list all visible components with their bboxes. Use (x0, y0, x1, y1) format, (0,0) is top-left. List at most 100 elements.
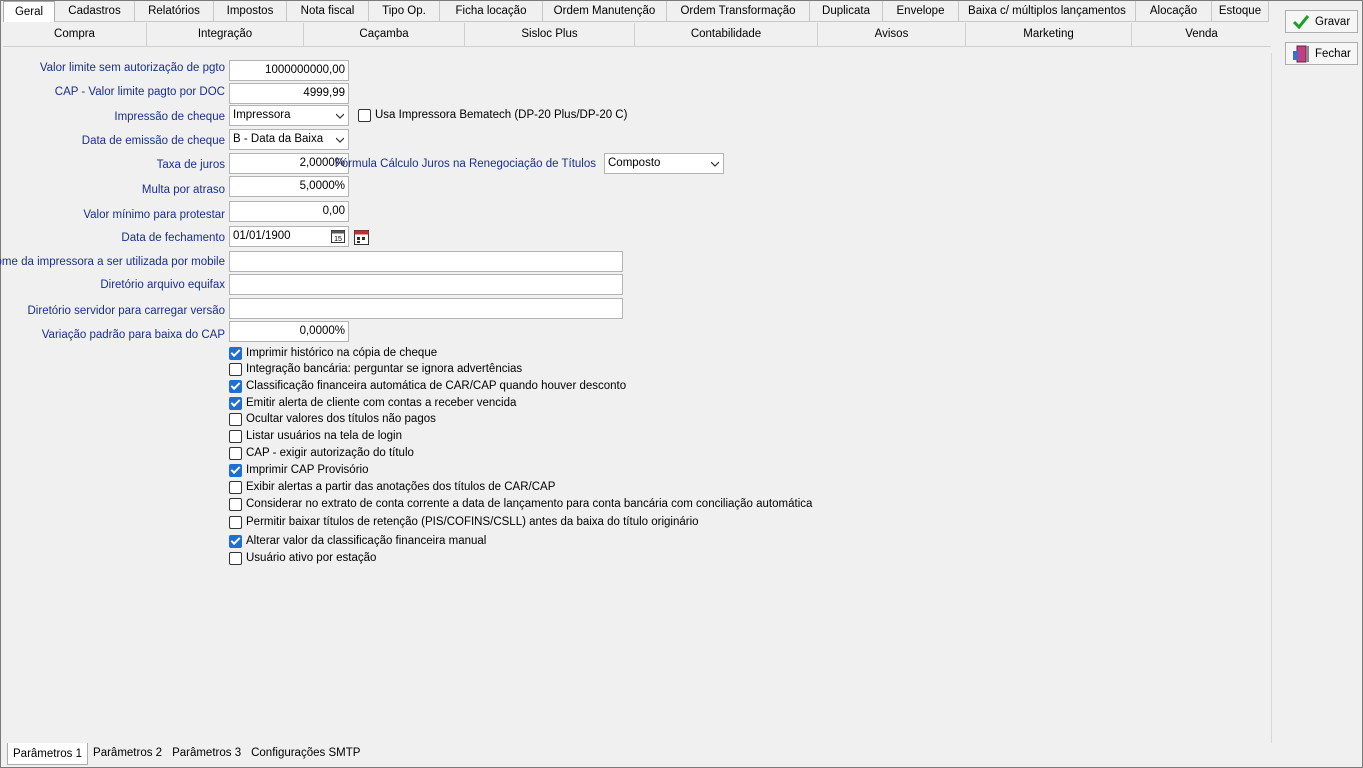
limite-sem-autorizacao-field[interactable]: 1000000000,00 (229, 60, 349, 81)
variacao-baixa-cap-field[interactable]: 0,0000% (229, 321, 349, 342)
door-exit-icon (1293, 45, 1309, 62)
diretorio-servidor-field[interactable] (229, 298, 623, 319)
option-checkbox-label: Usuário ativo por estação (246, 552, 377, 564)
date-picker-icon[interactable]: 15 (331, 230, 345, 243)
impressao-cheque-select[interactable]: Impressora (229, 105, 349, 126)
chevron-down-icon (711, 161, 719, 167)
checkbox-unchecked[interactable] (229, 551, 242, 565)
checkbox-unchecked[interactable] (229, 412, 242, 426)
check-icon (1292, 14, 1310, 29)
checkbox-checked[interactable] (229, 534, 242, 548)
option-checkbox-label: Exibir alertas a partir das anotações do… (246, 481, 556, 493)
checkbox-unchecked[interactable] (229, 497, 242, 511)
usa-bematech-checkbox[interactable]: Usa Impressora Bematech (DP-20 Plus/DP-2… (358, 108, 627, 122)
tab-sisloc-plus[interactable]: Sisloc Plus (465, 23, 635, 46)
tab-estoque[interactable]: Estoque (1212, 1, 1269, 22)
tab-baixa-multiplos[interactable]: Baixa c/ múltiplos lançamentos (959, 1, 1136, 22)
close-button-label: Fechar (1315, 47, 1351, 60)
formula-juros-select[interactable]: Composto (604, 153, 724, 174)
label-nome-impressora-mobile: Nome da impressora a ser utilizada por m… (0, 256, 225, 268)
tab-envelope[interactable]: Envelope (883, 1, 959, 22)
save-button[interactable]: Gravar (1285, 10, 1358, 33)
option-checkbox-row[interactable]: Permitir baixar títulos de retenção (PIS… (229, 515, 699, 529)
tab-configuracoes-smtp[interactable]: Configurações SMTP (246, 743, 365, 763)
option-checkbox-row[interactable]: Classificação financeira automática de C… (229, 379, 626, 393)
option-checkbox-row[interactable]: Emitir alerta de cliente com contas a re… (229, 396, 516, 410)
tab-geral[interactable]: Geral (3, 1, 55, 22)
impressao-cheque-value: Impressora (233, 109, 291, 121)
label-impressao-cheque: Impressão de cheque (114, 111, 225, 123)
usa-bematech-label: Usa Impressora Bematech (DP-20 Plus/DP-2… (375, 109, 628, 121)
label-taxa-juros: Taxa de juros (156, 159, 225, 171)
checkbox-unchecked[interactable] (229, 480, 242, 494)
checkbox-unchecked[interactable] (229, 446, 242, 460)
nome-impressora-mobile-field[interactable] (229, 251, 623, 272)
checkbox-unchecked[interactable] (229, 515, 242, 529)
option-checkbox-row[interactable]: Ocultar valores dos títulos não pagos (229, 412, 436, 426)
tab-alocacao[interactable]: Alocação (1136, 1, 1212, 22)
tab-parametros-2[interactable]: Parâmetros 2 (88, 743, 167, 763)
usa-bematech-box[interactable] (358, 108, 371, 122)
multa-atraso-field[interactable]: 5,0000% (229, 176, 349, 197)
option-checkbox-label: Imprimir histórico na cópia de cheque (246, 347, 438, 359)
tab-ficha-locacao[interactable]: Ficha locação (440, 1, 543, 22)
option-checkbox-label: Permitir baixar títulos de retenção (PIS… (246, 516, 699, 528)
chevron-down-icon (336, 113, 344, 119)
valor-min-protestar-field[interactable]: 0,00 (229, 201, 349, 222)
option-checkbox-row[interactable]: Integração bancária: perguntar se ignora… (229, 362, 522, 376)
label-data-emissao-cheque: Data de emissão de cheque (81, 135, 225, 147)
tab-impostos[interactable]: Impostos (214, 1, 287, 22)
checkbox-unchecked[interactable] (229, 429, 242, 443)
tab-ordem-transformacao[interactable]: Ordem Transformação (667, 1, 810, 22)
tab-marketing[interactable]: Marketing (966, 23, 1132, 46)
option-checkbox-row[interactable]: Considerar no extrato de conta corrente … (229, 497, 812, 511)
label-diretorio-equifax: Diretório arquivo equifax (100, 279, 225, 291)
checkbox-checked[interactable] (229, 463, 242, 477)
main-window: Geral Cadastros Relatórios Impostos Nota… (0, 0, 1363, 768)
tab-ordem-manutencao[interactable]: Ordem Manutenção (543, 1, 667, 22)
option-checkbox-row[interactable]: Exibir alertas a partir das anotações do… (229, 480, 555, 494)
tab-duplicata[interactable]: Duplicata (810, 1, 883, 22)
checkbox-unchecked[interactable] (229, 362, 242, 376)
option-checkbox-row[interactable]: Listar usuários na tela de login (229, 429, 402, 443)
label-variacao-baixa-cap: Variação padrão para baixa do CAP (41, 329, 225, 341)
checkbox-checked[interactable] (229, 396, 242, 410)
tab-relatorios[interactable]: Relatórios (135, 1, 214, 22)
save-button-label: Gravar (1315, 15, 1351, 28)
tab-tipo-op[interactable]: Tipo Op. (369, 1, 440, 22)
option-checkbox-row[interactable]: Alterar valor da classificação financeir… (229, 534, 486, 548)
label-data-fechamento: Data de fechamento (121, 232, 225, 244)
label-limite-sem-autorizacao: Valor limite sem autorização de pgto (39, 62, 225, 74)
label-formula-juros: Fórmula Cálculo Juros na Renegociação de… (334, 158, 596, 170)
tab-parametros-1[interactable]: Parâmetros 1 (7, 743, 89, 765)
option-checkbox-row[interactable]: Usuário ativo por estação (229, 551, 376, 565)
checkbox-checked[interactable] (229, 379, 242, 393)
tab-venda[interactable]: Venda (1132, 23, 1271, 46)
data-emissao-cheque-value: B - Data da Baixa (233, 133, 324, 145)
option-checkbox-label: Classificação financeira automática de C… (246, 380, 627, 392)
tab-cacamba[interactable]: Caçamba (304, 23, 465, 46)
tab-contabilidade[interactable]: Contabilidade (635, 23, 818, 46)
tab-nota-fiscal[interactable]: Nota fiscal (287, 1, 369, 22)
label-valor-min-protestar: Valor mínimo para protestar (83, 209, 225, 221)
data-fechamento-field[interactable]: 01/01/1900 15 (229, 226, 349, 247)
data-fechamento-value: 01/01/1900 (233, 230, 291, 242)
diretorio-equifax-field[interactable] (229, 274, 623, 295)
option-checkbox-row[interactable]: Imprimir CAP Provisório (229, 463, 368, 477)
tab-cadastros[interactable]: Cadastros (55, 1, 135, 22)
tab-parametros-3[interactable]: Parâmetros 3 (167, 743, 246, 763)
checkbox-checked[interactable] (229, 346, 242, 360)
option-checkbox-row[interactable]: Imprimir histórico na cópia de cheque (229, 346, 437, 360)
bottom-tab-strip: Parâmetros 1 Parâmetros 2 Parâmetros 3 C… (7, 743, 365, 765)
calendar-icon[interactable] (354, 229, 369, 245)
data-emissao-cheque-select[interactable]: B - Data da Baixa (229, 129, 349, 150)
tab-avisos[interactable]: Avisos (818, 23, 966, 46)
cap-limite-doc-field[interactable]: 4999,99 (229, 83, 349, 104)
option-checkbox-row[interactable]: CAP - exigir autorização do título (229, 446, 414, 460)
tab-integracao[interactable]: Integração (147, 23, 304, 46)
option-checkbox-label: Ocultar valores dos títulos não pagos (246, 413, 436, 425)
label-cap-limite-doc: CAP - Valor limite pagto por DOC (54, 86, 225, 98)
close-button[interactable]: Fechar (1285, 42, 1358, 65)
taxa-juros-field[interactable]: 2,0000% (229, 153, 349, 174)
tab-compra[interactable]: Compra (3, 23, 147, 46)
